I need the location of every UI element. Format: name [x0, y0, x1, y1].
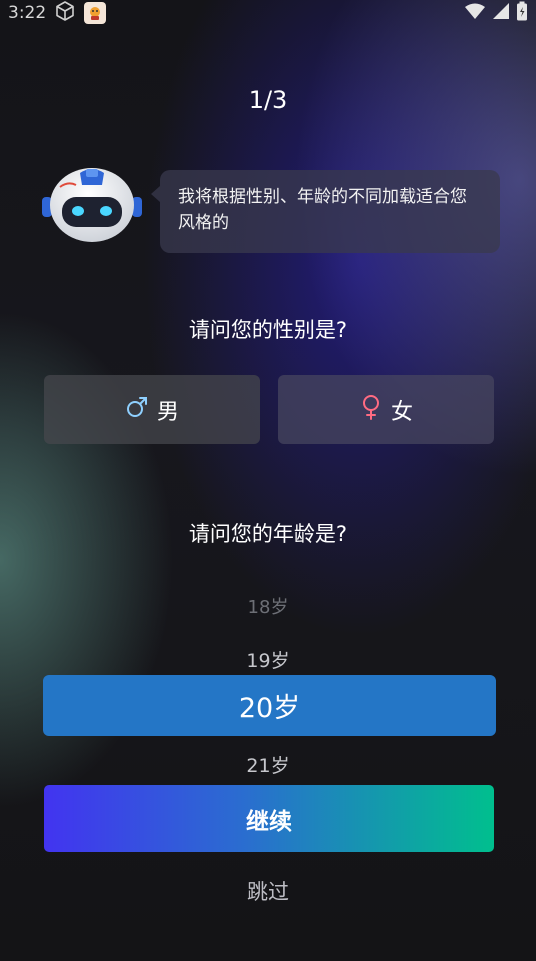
age-option[interactable]: 19岁	[0, 646, 536, 673]
skip-link[interactable]: 跳过	[0, 876, 536, 906]
cube-icon	[54, 0, 76, 26]
male-icon	[125, 395, 149, 425]
wifi-icon	[464, 2, 486, 24]
age-option[interactable]: 18岁	[0, 593, 536, 619]
robot-avatar	[40, 165, 144, 245]
continue-button[interactable]: 继续	[44, 785, 494, 852]
gender-option-male[interactable]: 男	[44, 375, 260, 444]
signal-icon	[492, 2, 510, 24]
step-progress: 1/3	[248, 86, 288, 114]
gender-option-female[interactable]: 女	[278, 375, 494, 444]
status-time: 3:22	[8, 3, 47, 23]
assistant-message-bubble: 我将根据性别、年龄的不同加载适合您风格的	[151, 170, 500, 253]
gender-question: 请问您的性别是?	[188, 318, 348, 342]
battery-icon	[516, 1, 528, 25]
gender-option-label: 女	[390, 399, 413, 425]
age-option[interactable]: 21岁	[0, 751, 536, 778]
gender-option-label: 男	[156, 399, 179, 425]
status-bar: 3:22	[0, 0, 536, 26]
age-option-selected[interactable]: 20岁	[43, 675, 496, 736]
female-icon	[359, 394, 383, 426]
app-notification-icon	[84, 2, 107, 24]
age-question: 请问您的年龄是?	[188, 522, 348, 546]
